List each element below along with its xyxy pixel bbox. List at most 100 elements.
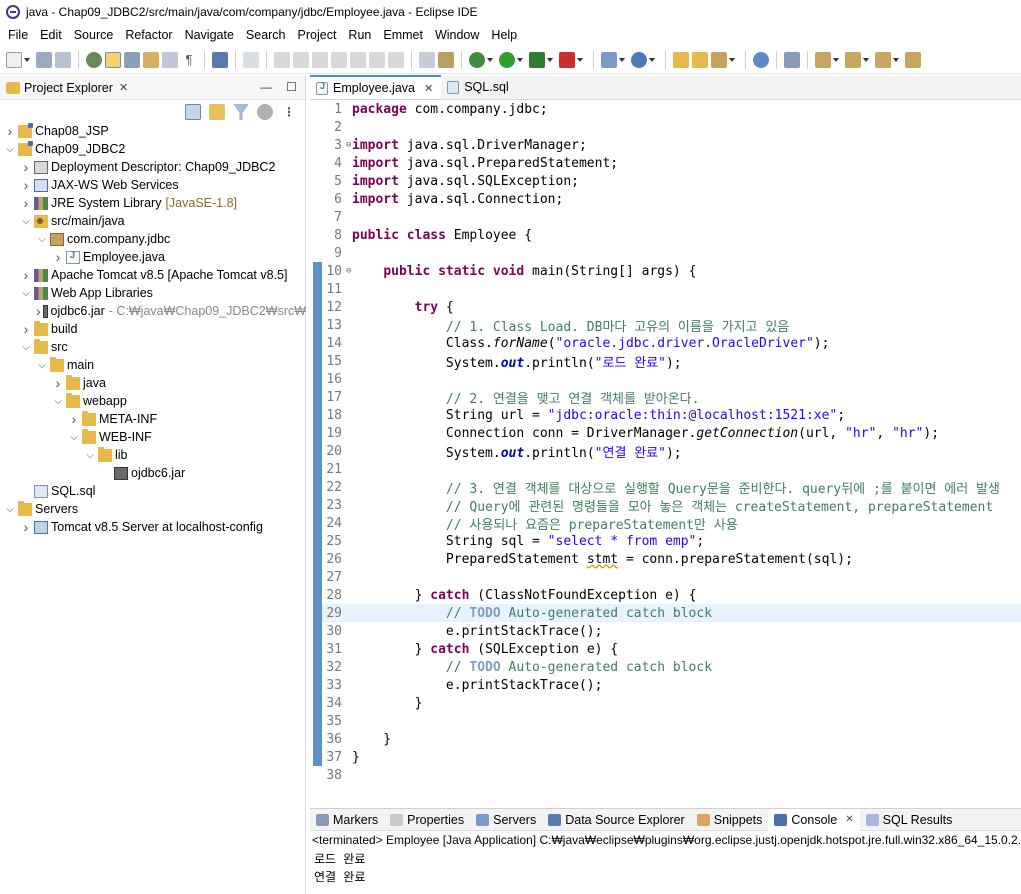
tree-item[interactable]: › ojdbc6.jar - C:₩java₩Chap09_JDBC2₩src₩ bbox=[0, 302, 306, 320]
fold-icon[interactable]: ⊖ bbox=[346, 266, 351, 276]
run-dropdown-icon[interactable] bbox=[517, 57, 523, 62]
block-selection-icon[interactable] bbox=[162, 51, 178, 68]
code-line[interactable]: 4 import java.sql.PreparedStatement; bbox=[322, 154, 1021, 172]
chevron-down-icon[interactable]: ⌵ bbox=[52, 396, 64, 407]
globe-icon[interactable] bbox=[753, 51, 769, 68]
menu-source[interactable]: Source bbox=[68, 28, 120, 42]
new-server-dropdown-icon[interactable] bbox=[619, 57, 625, 62]
skip-breakpoints-icon[interactable] bbox=[86, 51, 102, 68]
code-line[interactable]: 22 // 3. 연결 객체를 대상으로 실행할 Query문을 준비한다. q… bbox=[322, 478, 1021, 497]
tree-item[interactable]: ⌵ Web App Libraries bbox=[0, 284, 306, 302]
forward-icon[interactable] bbox=[905, 51, 921, 68]
coverage-icon[interactable] bbox=[529, 51, 545, 68]
chevron-down-icon[interactable]: ⌵ bbox=[20, 216, 32, 227]
run-icon[interactable] bbox=[499, 51, 515, 68]
code-line[interactable]: 27 bbox=[322, 568, 1021, 586]
chevron-down-icon[interactable]: ⌵ bbox=[4, 504, 16, 515]
code-line[interactable]: 8 public class Employee { bbox=[322, 226, 1021, 244]
menu-help[interactable]: Help bbox=[485, 28, 523, 42]
tree-item[interactable]: › JRE System Library [JavaSE-1.8] bbox=[0, 194, 306, 212]
link-with-editor-icon[interactable] bbox=[209, 104, 225, 120]
step-into-icon[interactable] bbox=[350, 51, 366, 68]
new-icon[interactable] bbox=[6, 51, 22, 68]
annotation-icon[interactable] bbox=[784, 51, 800, 68]
tree-item[interactable]: ⌵ src/main/java bbox=[0, 212, 306, 230]
code-line[interactable]: 34 } bbox=[322, 694, 1021, 712]
tree-item[interactable]: ⌵ com.company.jdbc bbox=[0, 230, 306, 248]
chevron-down-icon[interactable]: ⌵ bbox=[68, 432, 80, 443]
chevron-down-icon[interactable]: ⌵ bbox=[20, 288, 32, 299]
code-line[interactable]: 31 } catch (SQLException e) { bbox=[322, 640, 1021, 658]
menu-project[interactable]: Project bbox=[292, 28, 343, 42]
pencil-dropdown-icon[interactable] bbox=[729, 57, 735, 62]
step-over-icon[interactable] bbox=[369, 51, 385, 68]
chevron-right-icon[interactable]: › bbox=[20, 195, 32, 211]
code-line[interactable]: 37} bbox=[322, 748, 1021, 766]
code-line[interactable]: 12 try { bbox=[322, 298, 1021, 316]
menu-navigate[interactable]: Navigate bbox=[179, 28, 240, 42]
drop-to-frame-icon[interactable] bbox=[419, 51, 435, 68]
menu-edit[interactable]: Edit bbox=[34, 28, 68, 42]
code-line[interactable]: 21 bbox=[322, 460, 1021, 478]
tab-properties[interactable]: Properties bbox=[384, 809, 470, 831]
code-line[interactable]: 36 } bbox=[322, 730, 1021, 748]
chevron-right-icon[interactable]: › bbox=[20, 321, 32, 337]
pencil-icon[interactable] bbox=[711, 51, 727, 68]
chevron-right-icon[interactable]: › bbox=[20, 159, 32, 175]
save-icon[interactable] bbox=[36, 51, 52, 68]
coverage-dropdown-icon[interactable] bbox=[547, 57, 553, 62]
next-annotation-dropdown-icon[interactable] bbox=[833, 57, 839, 62]
tab-data-source-explorer[interactable]: Data Source Explorer bbox=[542, 809, 691, 831]
tree-item[interactable]: › Tomcat v8.5 Server at localhost-config bbox=[0, 518, 306, 536]
terminate-icon[interactable] bbox=[312, 51, 328, 68]
menu-emmet[interactable]: Emmet bbox=[377, 28, 429, 42]
open-task-icon[interactable] bbox=[692, 51, 708, 68]
show-whitespace-icon[interactable]: ¶ bbox=[181, 52, 197, 68]
code-line[interactable]: 15 System.out.println("로드 완료"); bbox=[322, 352, 1021, 371]
filter-icon[interactable] bbox=[233, 104, 249, 120]
chevron-down-icon[interactable]: ⌵ bbox=[36, 234, 48, 245]
link-icon[interactable] bbox=[143, 51, 159, 68]
new-class-icon[interactable] bbox=[631, 51, 647, 68]
chevron-right-icon[interactable]: › bbox=[20, 177, 32, 193]
code-line[interactable]: 33 e.printStackTrace(); bbox=[322, 676, 1021, 694]
code-line[interactable]: 26 PreparedStatement stmt = conn.prepare… bbox=[322, 550, 1021, 568]
chevron-down-icon[interactable]: ⌵ bbox=[20, 342, 32, 353]
debug-icon[interactable] bbox=[469, 51, 485, 68]
code-line[interactable]: 29 // TODO Auto-generated catch block bbox=[322, 604, 1021, 622]
fold-icon[interactable]: ⊖ bbox=[346, 140, 351, 150]
code-line[interactable]: 35 bbox=[322, 712, 1021, 730]
chevron-right-icon[interactable]: › bbox=[36, 303, 41, 319]
code-line[interactable]: 5 import java.sql.SQLException; bbox=[322, 172, 1021, 190]
code-line[interactable]: 24 // 사용되나 요즘은 prepareStatement만 사용 bbox=[322, 514, 1021, 533]
prev-annotation-dropdown-icon[interactable] bbox=[863, 57, 869, 62]
code-line[interactable]: 9 bbox=[322, 244, 1021, 262]
code-line[interactable]: 6 import java.sql.Connection; bbox=[322, 190, 1021, 208]
close-icon[interactable]: ✕ bbox=[845, 814, 853, 825]
code-line[interactable]: 16 bbox=[322, 370, 1021, 388]
code-line[interactable]: 10 ⊖ public static void main(String[] arg… bbox=[322, 262, 1021, 280]
menu-refactor[interactable]: Refactor bbox=[119, 28, 178, 42]
next-annotation-icon[interactable] bbox=[815, 51, 831, 68]
chevron-right-icon[interactable]: › bbox=[52, 375, 64, 391]
disconnect-icon[interactable] bbox=[331, 51, 347, 68]
menu-window[interactable]: Window bbox=[429, 28, 485, 42]
tree-item[interactable]: ⌵ main bbox=[0, 356, 306, 374]
code-line[interactable]: 23 // Query에 관련된 명령들을 모아 놓은 객체는 createSt… bbox=[322, 496, 1021, 515]
code-line[interactable]: 18 String url = "jdbc:oracle:thin:@local… bbox=[322, 406, 1021, 424]
code-line[interactable]: 7 bbox=[322, 208, 1021, 226]
code-line[interactable]: 17 // 2. 연결을 맺고 연결 객체를 받아온다. bbox=[322, 388, 1021, 407]
external-tools-icon[interactable] bbox=[559, 51, 575, 68]
new-class-dropdown-icon[interactable] bbox=[649, 57, 655, 62]
menu-run[interactable]: Run bbox=[342, 28, 377, 42]
chevron-down-icon[interactable]: ⌵ bbox=[36, 360, 48, 371]
suspend-icon[interactable] bbox=[293, 51, 309, 68]
code-line[interactable]: 32 // TODO Auto-generated catch block bbox=[322, 658, 1021, 676]
console-view-icon[interactable] bbox=[212, 51, 228, 68]
tree-item[interactable]: ⌵ src bbox=[0, 338, 306, 356]
resume-icon[interactable] bbox=[274, 51, 290, 68]
tab-snippets[interactable]: Snippets bbox=[691, 809, 769, 831]
chevron-right-icon[interactable]: › bbox=[68, 411, 80, 427]
chevron-right-icon[interactable]: › bbox=[52, 249, 64, 265]
chevron-down-icon[interactable]: ⌵ bbox=[4, 144, 16, 155]
